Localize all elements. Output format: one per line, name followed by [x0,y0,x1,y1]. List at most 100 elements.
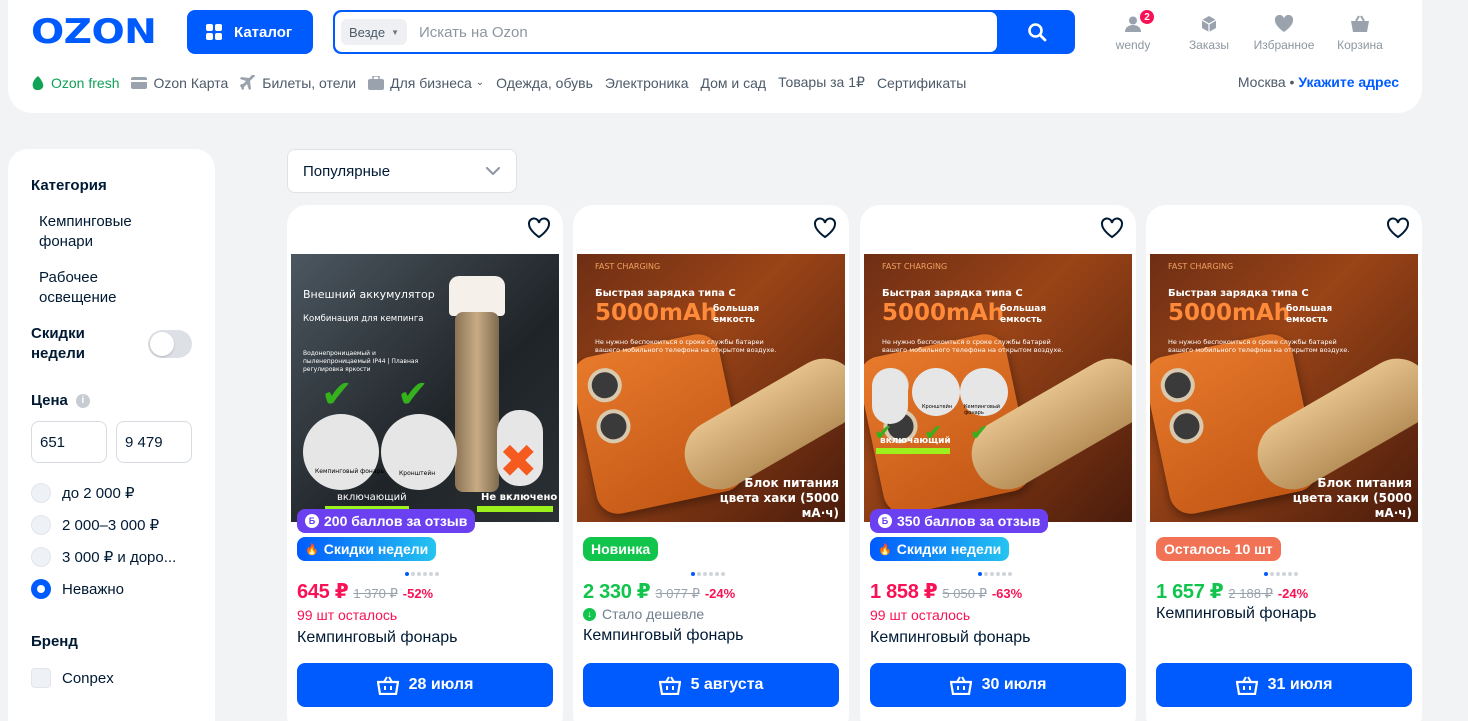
city-name[interactable]: Москва [1238,74,1286,90]
image-text: 5000mAh [1168,300,1291,326]
product-card[interactable]: FAST CHARGING Быстрая зарядка типа C 500… [1146,205,1422,721]
image-text: Не нужно беспокоиться о сроке службы бат… [595,338,777,354]
nav-certificates[interactable]: Сертификаты [877,75,966,91]
product-image[interactable]: FAST CHARGING Быстрая зарядка типа C 500… [1150,254,1418,522]
image-pagination[interactable] [978,572,1012,576]
green-underline [477,506,553,512]
price-option-2000-3000[interactable]: 2 000–3 000 ₽ [31,509,192,541]
nav-electronics[interactable]: Электроника [605,75,689,91]
favorites-label: Избранное [1253,38,1315,52]
heart-icon [1274,15,1294,32]
nav-ozon-fresh[interactable]: Ozon fresh [31,75,119,91]
add-to-cart-button[interactable]: 28 июля [297,663,553,707]
category-camping-lights[interactable]: Кемпинговые фонари [31,212,151,252]
orders-label: Заказы [1188,38,1230,52]
location: Москва • Укажите адрес [1238,74,1399,90]
product-card[interactable]: FAST CHARGING Быстрая зарядка типа C 500… [573,205,849,721]
heart-icon[interactable] [527,217,551,239]
checkbox[interactable] [31,668,51,688]
add-to-cart-button[interactable]: 31 июля [1156,663,1412,707]
image-pagination[interactable] [405,572,439,576]
plane-icon [240,74,256,90]
add-to-cart-button[interactable]: 30 июля [870,663,1126,707]
tag-label: Осталось 10 шт [1164,541,1273,557]
nav-ozon-card[interactable]: Ozon Карта [131,75,228,91]
chevron-down-icon: ⌄ [475,77,485,88]
sort-select[interactable]: Популярные [287,149,517,193]
price-option-over-3000[interactable]: 3 000 ₽ и доро... [31,541,192,573]
bracket-photo [381,414,457,490]
nav-clothes[interactable]: Одежда, обувь [496,75,593,91]
radio-button[interactable] [31,547,51,567]
discount: -63% [991,586,1023,601]
catalog-button[interactable]: Каталог [187,10,313,54]
header: OZON Каталог Везде ▼ 2 wendy Заказы Избр… [8,0,1422,113]
product-card[interactable]: FAST CHARGING Быстрая зарядка типа C 500… [860,205,1136,721]
price-min-input[interactable] [31,421,107,463]
product-title[interactable]: Кемпинговый фонарь [297,629,457,647]
nav-home-garden[interactable]: Дом и сад [700,75,766,91]
price-title-label: Цена [31,392,68,409]
product-card[interactable]: Внешний аккумулятор Комбинация для кемпи… [287,205,563,721]
brand-conpex[interactable]: Conpex [31,668,192,688]
radio-button[interactable] [31,483,51,503]
nav-one-ruble[interactable]: Товары за 1₽ [778,74,865,91]
heart-icon[interactable] [1386,217,1410,239]
product-image[interactable]: Внешний аккумулятор Комбинация для кемпи… [291,254,559,522]
radio-button[interactable] [31,515,51,535]
weekly-discounts-toggle[interactable] [148,330,192,358]
image-text: Кемпинговый фонарь [315,468,384,475]
weekly-discounts-filter: Скидки недели [31,324,192,364]
search-button[interactable] [999,10,1075,54]
brand-label: Conpex [62,669,114,687]
image-text: Блок питания цвета хаки (5000 мА·ч) [719,476,839,520]
card-icon [131,76,148,89]
cart-icon [1351,15,1369,32]
discount: -24% [1277,586,1309,601]
nav-label: Для бизнеса [390,74,472,91]
search-scope-select[interactable]: Везде ▼ [341,19,408,45]
product-image[interactable]: FAST CHARGING Быстрая зарядка типа C 500… [864,254,1132,522]
search-scope-label: Везде [349,24,386,40]
product-title[interactable]: Кемпинговый фонарь [870,629,1030,647]
nav-label: Одежда, обувь [496,74,593,91]
camera-shape [584,365,625,406]
tag-label: Скидки недели [896,541,1002,557]
radio-label: 2 000–3 000 ₽ [62,517,160,534]
grid-icon [206,24,222,40]
price-max-input[interactable] [116,421,192,463]
search-input[interactable] [419,12,979,52]
radio-button-selected[interactable] [31,579,51,599]
filters-sidebar: Категория Кемпинговые фонари Рабочее осв… [8,149,215,721]
camera-shape [1166,406,1207,447]
orders-button[interactable]: Заказы [1169,14,1249,52]
weekly-discounts-label: Скидки недели [31,325,86,362]
image-pagination[interactable] [691,572,725,576]
price-option-any[interactable]: Неважно [31,573,192,605]
ozon-logo[interactable]: OZON [31,12,157,52]
cart-button[interactable]: Корзина [1320,14,1400,52]
add-to-cart-button[interactable]: 5 августа [583,663,839,707]
info-icon[interactable]: i [75,393,90,408]
address-link[interactable]: Укажите адрес [1298,74,1399,90]
price-option-under-2000[interactable]: до 2 000 ₽ [31,477,192,509]
briefcase-icon [368,75,385,90]
radio-label: Неважно [62,580,124,598]
camera-shape [593,406,634,447]
heart-icon[interactable] [813,217,837,239]
search-field-wrap: Везде ▼ [335,12,997,52]
category-work-lighting[interactable]: Рабочее освещение [31,268,141,308]
discount: -24% [704,586,736,601]
product-title[interactable]: Кемпинговый фонарь [583,627,743,645]
profile-button[interactable]: 2 wendy [1093,9,1173,52]
heart-icon[interactable] [1100,217,1124,239]
lantern-shape [455,312,499,492]
weekly-discount-badge: 🔥 Скидки недели [870,537,1010,561]
favorites-button[interactable]: Избранное [1244,14,1324,52]
weekly-discount-badge: 🔥 Скидки недели [297,537,437,561]
image-pagination[interactable] [1264,572,1298,576]
product-image[interactable]: FAST CHARGING Быстрая зарядка типа C 500… [577,254,845,522]
nav-tickets[interactable]: Билеты, отели [240,74,356,91]
product-title[interactable]: Кемпинговый фонарь [1156,605,1316,623]
nav-business[interactable]: Для бизнеса ⌄ [368,75,484,91]
